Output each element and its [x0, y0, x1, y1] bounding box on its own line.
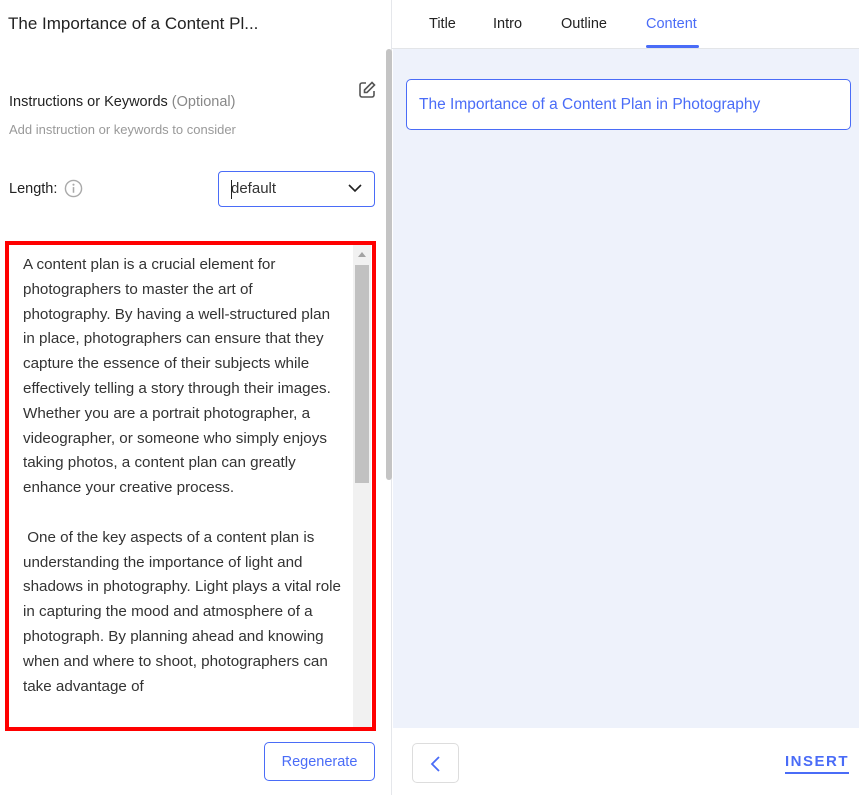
- chevron-down-icon: [348, 184, 362, 193]
- generated-content-textarea[interactable]: A content plan is a crucial element for …: [5, 241, 376, 731]
- scrollbar-thumb[interactable]: [355, 265, 369, 483]
- length-label: Length:: [9, 181, 58, 197]
- insert-button[interactable]: INSERT: [785, 753, 850, 774]
- edit-icon[interactable]: [357, 80, 377, 100]
- length-select[interactable]: default: [218, 171, 375, 207]
- chevron-left-icon: [430, 756, 440, 772]
- text-cursor: [231, 180, 232, 199]
- generated-content-text: A content plan is a crucial element for …: [23, 256, 342, 695]
- tab-intro[interactable]: Intro: [493, 16, 522, 32]
- info-icon[interactable]: [64, 179, 83, 198]
- scroll-up-arrow-icon[interactable]: [358, 252, 366, 257]
- tab-content[interactable]: Content: [646, 16, 697, 32]
- length-select-value: default: [231, 180, 277, 197]
- left-panel-scrollbar[interactable]: [386, 49, 392, 480]
- document-title: The Importance of a Content Pl...: [8, 14, 259, 33]
- regenerate-button[interactable]: Regenerate: [264, 742, 375, 781]
- textarea-scrollbar[interactable]: [353, 245, 371, 727]
- instructions-input[interactable]: Add instruction or keywords to consider: [9, 122, 236, 137]
- active-tab-indicator: [646, 45, 699, 48]
- back-button[interactable]: [412, 743, 459, 783]
- instructions-label-text: Instructions or Keywords: [9, 94, 168, 110]
- right-panel: [393, 49, 859, 728]
- tab-title[interactable]: Title: [429, 16, 456, 32]
- instructions-label: Instructions or Keywords (Optional): [9, 94, 235, 110]
- optional-label: (Optional): [171, 94, 236, 110]
- content-title-card[interactable]: The Importance of a Content Plan in Phot…: [406, 79, 851, 130]
- tab-outline[interactable]: Outline: [561, 16, 607, 32]
